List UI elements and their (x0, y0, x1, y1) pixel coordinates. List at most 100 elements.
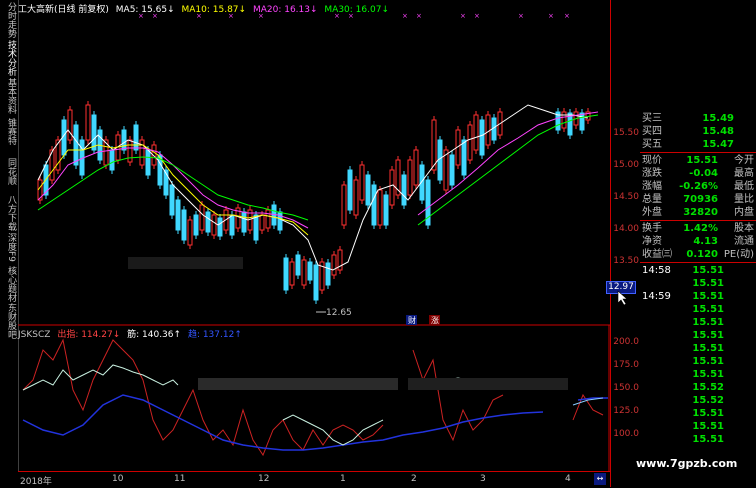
candle-body (371, 184, 377, 226)
candle-body (181, 209, 187, 241)
candle-body (187, 219, 193, 246)
quote-label: 内盘 (734, 207, 754, 218)
sidebar-tab[interactable]: 东财股吧 (1, 303, 16, 339)
svg-text:×: × (402, 12, 408, 20)
date-label: 1 (340, 474, 346, 484)
quote-label: 流通 (734, 236, 754, 247)
blurred-band (128, 257, 243, 269)
sidebar-tab[interactable]: 锥赛特 (1, 118, 16, 145)
tick-price: 15.51 (692, 278, 724, 289)
tick-time: 14:59 (642, 291, 671, 302)
quote-label: 净资 (642, 236, 662, 247)
svg-text:×: × (334, 12, 340, 20)
sidebar-tab[interactable]: 同花顺 (1, 158, 16, 185)
quote-label: PE(动) (723, 249, 754, 260)
price-tick: 14.00 (613, 224, 639, 234)
candle-body (67, 109, 73, 141)
tick-row: 14:58 15.51 (640, 264, 756, 277)
tick-price: 15.51 (692, 291, 724, 302)
candle-body (485, 114, 491, 146)
quote-row: 买四 15.48 (640, 125, 756, 138)
quote-value: 15.51 (686, 155, 718, 166)
quote-label: 涨跌 (642, 168, 662, 179)
date-label: 12 (258, 474, 270, 484)
candle-body (431, 119, 437, 171)
candle-body (313, 264, 319, 301)
finance-marker[interactable]: 财 (408, 315, 416, 325)
sidebar-tab[interactable]: 分时走势 (1, 2, 16, 38)
candle-body (473, 114, 479, 151)
candle-body (253, 214, 259, 241)
quote-row: 买三 15.49 (640, 112, 756, 125)
quote-row: 涨幅 -0.26% 最低 (640, 180, 756, 193)
date-label: 11 (174, 474, 186, 484)
svg-text:×: × (564, 12, 570, 20)
sidebar-tab[interactable]: 技术分析 (1, 40, 16, 76)
tick-time: 14:58 (642, 265, 671, 276)
candle-body (121, 129, 127, 151)
divider (640, 152, 756, 153)
candle-body (353, 179, 359, 216)
tick-price: 15.51 (692, 434, 724, 445)
svg-text:×: × (258, 12, 264, 20)
indicator-tick: 175.0 (613, 360, 639, 370)
quote-row: 收益㈢ 0.120 PE(动) (640, 248, 756, 261)
tick-row: 15.52 (640, 381, 756, 394)
price-tick: 15.00 (613, 160, 639, 170)
candle-body (383, 194, 389, 226)
indicator-out-label: 出指: 114.27↓ (57, 330, 121, 340)
sidebar-tab[interactable]: 深度F9 (1, 233, 16, 262)
quote-label: 买三 (642, 113, 662, 124)
candle-body (199, 204, 205, 231)
quote-label: 股本 (734, 223, 754, 234)
candle-body (389, 169, 395, 206)
date-label: 10 (112, 474, 124, 484)
indicator-tick: 125.0 (613, 406, 639, 416)
candle-body (407, 159, 413, 196)
tick-row: 15.51 (640, 420, 756, 433)
rise-marker[interactable]: 涨 (431, 315, 439, 325)
divider (640, 220, 756, 221)
tick-price: 15.51 (692, 317, 724, 328)
tick-price: 15.52 (692, 395, 724, 406)
candle-body (91, 114, 97, 151)
quote-value: 70936 (683, 194, 718, 205)
quote-label: 买五 (642, 139, 662, 150)
quote-label: 总量 (642, 194, 662, 205)
candle-body (401, 174, 407, 206)
date-scroll-button[interactable]: ↔ (594, 473, 606, 485)
svg-text:×: × (152, 12, 158, 20)
divider (640, 262, 756, 263)
candle-body (479, 119, 485, 156)
indicator-legend: JSKSCZ 出指: 114.27↓ 筋: 140.36↑ 趋: 137.12↑ (18, 327, 246, 340)
svg-text:×: × (416, 12, 422, 20)
date-label: 2018年 (20, 477, 52, 487)
sidebar-tab[interactable]: 基本资料 (1, 78, 16, 114)
candle-body (341, 184, 347, 226)
tick-price: 15.51 (692, 356, 724, 367)
svg-text:×: × (474, 12, 480, 20)
candle-body (413, 149, 419, 186)
tick-row: 14:59 15.51 (640, 290, 756, 303)
tick-row: 15.51 (640, 316, 756, 329)
tick-row: 15.51 (640, 342, 756, 355)
price-tick: 14.50 (613, 192, 639, 202)
sidebar-tab[interactable]: 八方下载 (1, 195, 16, 231)
quote-row: 换手 1.42% 股本 (640, 222, 756, 235)
candle-body (301, 259, 307, 286)
quote-label: 买四 (642, 126, 662, 137)
indicator-tick: 100.0 (613, 429, 639, 439)
left-tab-bar: 分时走势技术分析基本资料锥赛特同花顺八方下载深度F9 核心题材 东财股吧 (0, 0, 19, 487)
quote-row: 涨跌 -0.04 最高 (640, 167, 756, 180)
quote-label: 最高 (734, 168, 754, 179)
quote-value: -0.26% (679, 181, 718, 192)
candle-body (295, 254, 301, 276)
candle-body (461, 139, 467, 176)
sidebar-tab[interactable]: 核心题材 (1, 266, 16, 302)
candle-body (449, 154, 455, 186)
indicator-mid-label: 筋: 140.36↑ (127, 330, 182, 340)
svg-text:×: × (228, 12, 234, 20)
candle-body (467, 124, 473, 161)
chart-area[interactable]: 工大高新(日线 前复权) MA5: 15.65↓ MA10: 15.87↓ MA… (18, 0, 610, 488)
quote-value: 32820 (683, 207, 718, 218)
